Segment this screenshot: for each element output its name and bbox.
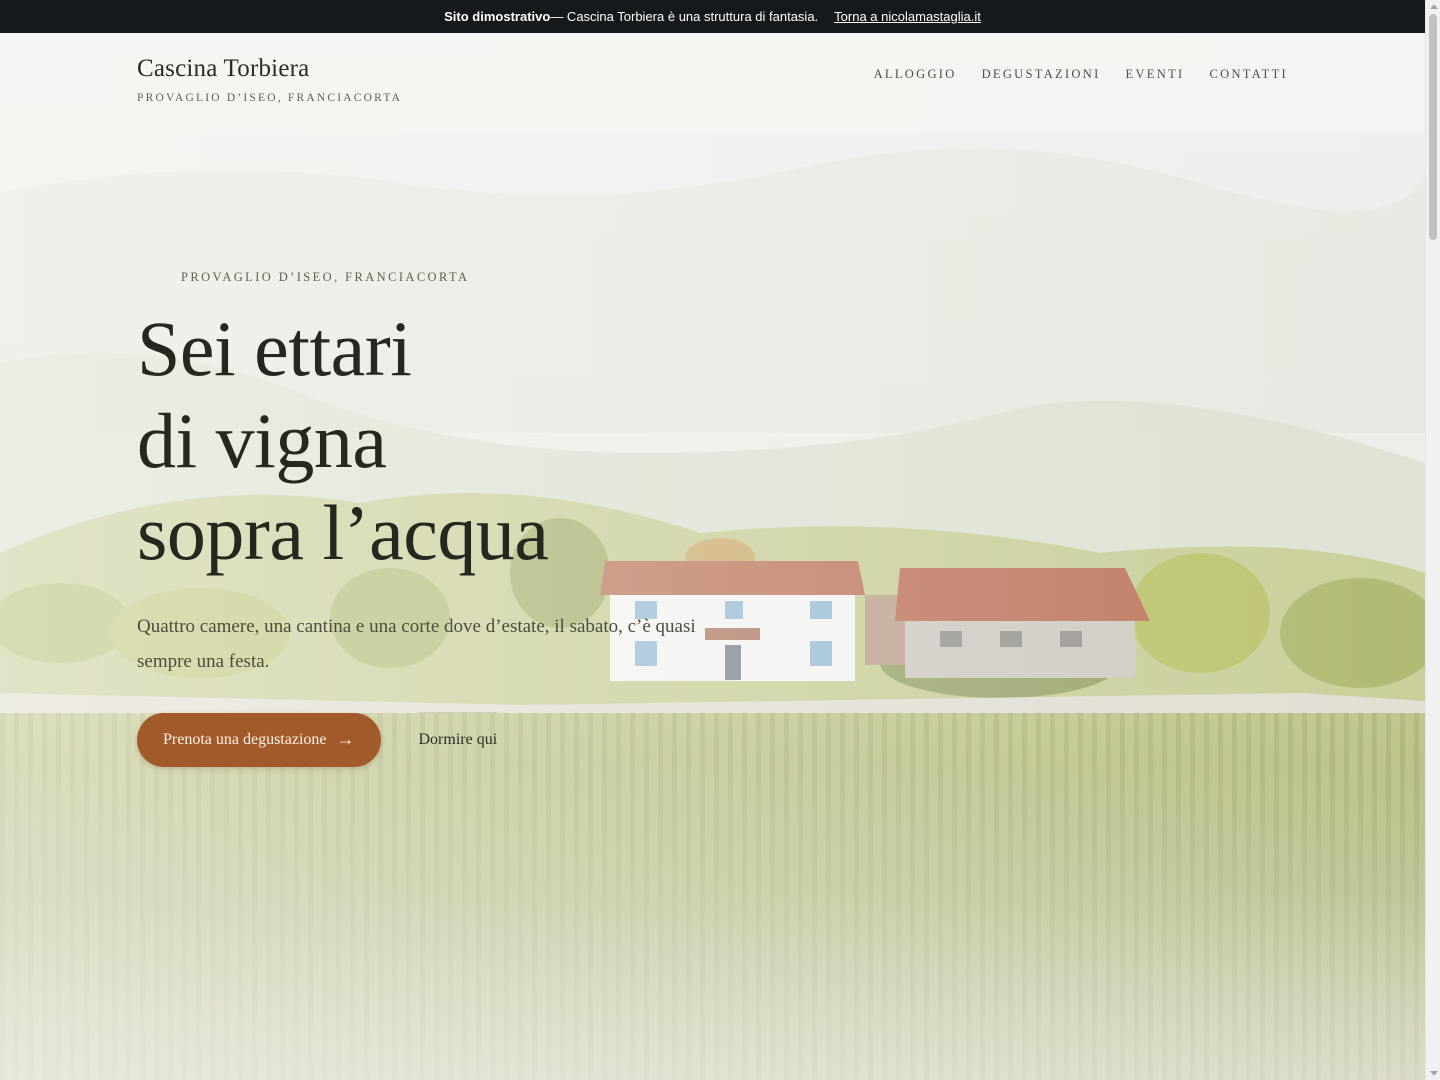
- headline-line-1: Sei ettari: [137, 305, 412, 392]
- brand-location: PROVAGLIO D’ISEO, FRANCIACORTA: [137, 92, 403, 104]
- page: Sito dimostrativo — Cascina Torbiera è u…: [0, 0, 1440, 1080]
- hero-content: PROVAGLIO D’ISEO, FRANCIACORTA Sei ettar…: [137, 270, 837, 767]
- hero-bottom-fade: [0, 760, 1425, 1080]
- nav-degustazioni[interactable]: DEGUSTAZIONI: [982, 67, 1101, 82]
- headline-line-3: sopra l’acqua: [137, 489, 549, 576]
- scroll-down-arrow-icon[interactable]: [1430, 1071, 1438, 1076]
- hero-eyebrow-text: PROVAGLIO D’ISEO, FRANCIACORTA: [181, 270, 470, 284]
- arrow-right-icon: →: [336, 729, 355, 749]
- brand-logo-link[interactable]: Cascina Torbiera: [137, 55, 402, 83]
- book-tasting-button[interactable]: Prenota una degustazione →: [137, 712, 381, 767]
- brand: Cascina Torbiera PROVAGLIO D’ISEO, FRANC…: [137, 55, 402, 104]
- page-scrollbar[interactable]: [1425, 0, 1440, 1080]
- hero-eyebrow: PROVAGLIO D’ISEO, FRANCIACORTA: [137, 270, 837, 285]
- scroll-up-arrow-icon[interactable]: [1430, 4, 1438, 9]
- hero-lead: Quattro camere, una cantina e una corte …: [137, 616, 696, 672]
- site-header: Cascina Torbiera PROVAGLIO D’ISEO, FRANC…: [0, 33, 1425, 133]
- hero-actions: Prenota una degustazione → Dormire qui: [137, 712, 837, 767]
- eyebrow-rule: [137, 277, 167, 278]
- headline-line-2: di vigna: [137, 397, 387, 484]
- demo-banner-label: Sito dimostrativo: [444, 9, 551, 24]
- main-nav: ALLOGGIO DEGUSTAZIONI EVENTI CONTATTI: [874, 67, 1288, 82]
- scrollbar-thumb[interactable]: [1429, 14, 1437, 240]
- demo-banner: Sito dimostrativo — Cascina Torbiera è u…: [0, 0, 1425, 33]
- nav-alloggio[interactable]: ALLOGGIO: [874, 67, 957, 82]
- back-to-portfolio-link[interactable]: Torna a nicolamastaglia.it: [834, 9, 981, 24]
- hero-headline: Sei ettari di vigna sopra l’acqua: [137, 303, 837, 579]
- nav-eventi[interactable]: EVENTI: [1126, 67, 1185, 82]
- demo-banner-text: — Cascina Torbiera è una struttura di fa…: [550, 9, 819, 24]
- nav-contatti[interactable]: CONTATTI: [1209, 67, 1288, 82]
- stay-here-link[interactable]: Dormire qui: [418, 712, 498, 767]
- book-tasting-label: Prenota una degustazione: [163, 730, 327, 748]
